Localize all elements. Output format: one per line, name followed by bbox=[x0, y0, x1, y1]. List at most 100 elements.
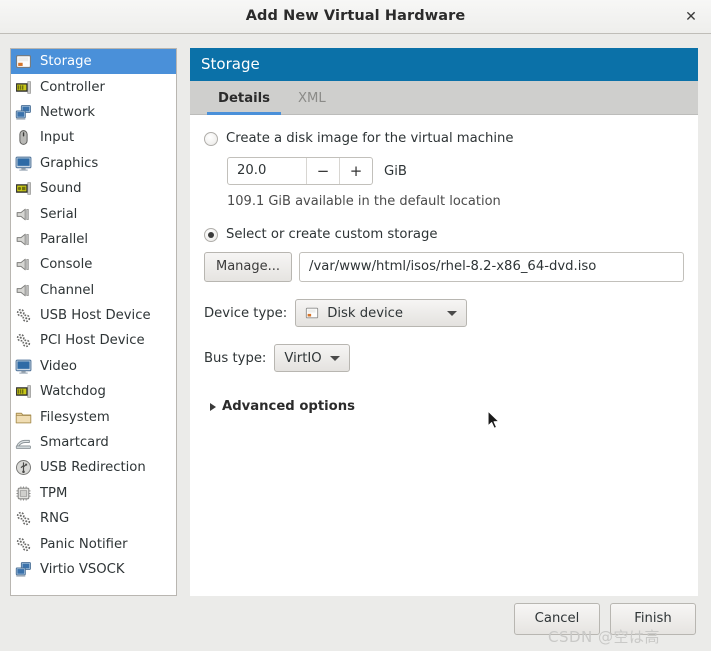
window-title: Add New Virtual Hardware bbox=[245, 8, 466, 24]
panel-header-title: Storage bbox=[190, 48, 698, 81]
monitor-icon bbox=[15, 155, 32, 172]
panel-body: Create a disk image for the virtual mach… bbox=[190, 115, 698, 596]
custom-storage-radio[interactable] bbox=[204, 227, 218, 242]
sidebar-item-label: USB Host Device bbox=[40, 308, 151, 324]
sidebar-item-network[interactable]: Network bbox=[11, 100, 176, 125]
storage-panel: Storage Details XML Create a disk image … bbox=[190, 48, 698, 596]
advanced-options-label: Advanced options bbox=[222, 399, 355, 414]
sidebar-item-label: Sound bbox=[40, 181, 82, 197]
sidebar-item-pci-host-device[interactable]: PCI Host Device bbox=[11, 328, 176, 353]
device-type-row: Device type: Disk device bbox=[204, 299, 684, 327]
chevron-right-icon bbox=[210, 402, 216, 411]
sidebar-item-storage[interactable]: Storage bbox=[11, 49, 176, 75]
folder-icon bbox=[15, 409, 32, 426]
disk-size-unit-label: GiB bbox=[384, 163, 407, 179]
sidebar-item-label: USB Redirection bbox=[40, 460, 146, 476]
sidebar-item-label: TPM bbox=[40, 485, 68, 501]
sidebar-item-label: Network bbox=[40, 104, 96, 120]
sidebar-item-label: Controller bbox=[40, 79, 105, 95]
chevron-down-icon bbox=[329, 355, 340, 361]
sidebar-item-label: Watchdog bbox=[40, 384, 106, 400]
device-type-value: Disk device bbox=[327, 305, 404, 321]
tab-details[interactable]: Details bbox=[204, 91, 284, 115]
monitor-icon bbox=[15, 358, 32, 375]
sidebar-item-label: Storage bbox=[40, 54, 92, 70]
smartcard-icon bbox=[15, 434, 32, 451]
bus-type-dropdown[interactable]: VirtIO bbox=[274, 344, 350, 372]
serial-port-icon bbox=[15, 231, 32, 248]
sidebar-item-watchdog[interactable]: Watchdog bbox=[11, 379, 176, 404]
gears-icon bbox=[15, 536, 32, 553]
available-space-text: 109.1 GiB available in the default locat… bbox=[227, 194, 501, 209]
sidebar-item-channel[interactable]: Channel bbox=[11, 278, 176, 303]
manage-button[interactable]: Manage... bbox=[204, 252, 293, 282]
finish-button[interactable]: Finish bbox=[610, 603, 696, 635]
chevron-down-icon bbox=[447, 310, 458, 316]
sidebar-item-label: Video bbox=[40, 358, 77, 374]
sidebar-item-label: PCI Host Device bbox=[40, 333, 145, 349]
close-icon[interactable]: ✕ bbox=[680, 7, 702, 27]
bus-type-row: Bus type: VirtIO bbox=[204, 344, 684, 372]
sidebar-item-video[interactable]: Video bbox=[11, 354, 176, 379]
device-type-dropdown[interactable]: Disk device bbox=[295, 299, 468, 327]
usb-icon bbox=[15, 459, 32, 476]
sidebar-item-rng[interactable]: RNG bbox=[11, 506, 176, 531]
sidebar-item-graphics[interactable]: Graphics bbox=[11, 151, 176, 176]
disk-icon bbox=[305, 306, 319, 320]
disk-icon bbox=[15, 53, 32, 70]
sidebar-item-label: Smartcard bbox=[40, 435, 109, 451]
sidebar-item-label: RNG bbox=[40, 511, 70, 527]
advanced-options-expander[interactable]: Advanced options bbox=[210, 399, 684, 414]
gears-icon bbox=[15, 307, 32, 324]
sidebar-item-input[interactable]: Input bbox=[11, 125, 176, 150]
disk-size-stepper[interactable]: 20.0 − + bbox=[227, 157, 373, 185]
sidebar-item-tpm[interactable]: TPM bbox=[11, 481, 176, 506]
sidebar-item-filesystem[interactable]: Filesystem bbox=[11, 404, 176, 429]
sidebar-item-parallel[interactable]: Parallel bbox=[11, 227, 176, 252]
disk-size-increment-button[interactable]: + bbox=[339, 158, 372, 184]
disk-size-decrement-button[interactable]: − bbox=[306, 158, 339, 184]
sidebar-item-controller[interactable]: Controller bbox=[11, 74, 176, 99]
sound-card-icon bbox=[15, 180, 32, 197]
sidebar-item-serial[interactable]: Serial bbox=[11, 201, 176, 226]
sidebar-item-label: Channel bbox=[40, 282, 95, 298]
dialog-footer: Cancel Finish bbox=[0, 596, 711, 651]
sidebar-item-label: Serial bbox=[40, 206, 78, 222]
network-icon bbox=[15, 104, 32, 121]
cancel-button[interactable]: Cancel bbox=[514, 603, 600, 635]
sidebar-item-label: Virtio VSOCK bbox=[40, 562, 125, 577]
disk-size-input[interactable]: 20.0 bbox=[228, 158, 306, 184]
bus-type-caption: Bus type: bbox=[204, 350, 267, 366]
sidebar-item-usb-host-device[interactable]: USB Host Device bbox=[11, 303, 176, 328]
sidebar-item-console[interactable]: Console bbox=[11, 252, 176, 277]
sidebar-item-usb-redirection[interactable]: USB Redirection bbox=[11, 455, 176, 480]
create-disk-option-row[interactable]: Create a disk image for the virtual mach… bbox=[204, 131, 684, 146]
window-title-bar: Add New Virtual Hardware ✕ bbox=[0, 0, 711, 34]
chip-icon bbox=[15, 485, 32, 502]
sidebar-item-smartcard[interactable]: Smartcard bbox=[11, 430, 176, 455]
create-disk-label: Create a disk image for the virtual mach… bbox=[226, 131, 514, 146]
gears-icon bbox=[15, 510, 32, 527]
sidebar-item-panic-notifier[interactable]: Panic Notifier bbox=[11, 531, 176, 556]
sidebar-item-label: Console bbox=[40, 257, 93, 273]
sidebar-item-sound[interactable]: Sound bbox=[11, 176, 176, 201]
sidebar-item-virtio-vsock[interactable]: Virtio VSOCK bbox=[11, 557, 176, 582]
storage-path-row: Manage... /var/www/html/isos/rhel-8.2-x8… bbox=[204, 252, 684, 282]
controller-card-icon bbox=[15, 79, 32, 96]
gears-icon bbox=[15, 332, 32, 349]
bus-type-value: VirtIO bbox=[284, 350, 322, 366]
custom-storage-label: Select or create custom storage bbox=[226, 227, 438, 242]
sidebar-item-label: Input bbox=[40, 130, 75, 146]
network-icon bbox=[15, 561, 32, 578]
storage-path-input[interactable]: /var/www/html/isos/rhel-8.2-x86_64-dvd.i… bbox=[299, 252, 684, 282]
serial-port-icon bbox=[15, 256, 32, 273]
serial-port-icon bbox=[15, 206, 32, 223]
controller-card-icon bbox=[15, 383, 32, 400]
tab-xml[interactable]: XML bbox=[284, 91, 340, 114]
custom-storage-option-row[interactable]: Select or create custom storage bbox=[204, 227, 684, 242]
create-disk-radio[interactable] bbox=[204, 131, 218, 146]
hardware-category-list[interactable]: Storage Controller Network Input Graphics Sou… bbox=[10, 48, 177, 596]
disk-size-row: 20.0 − + GiB bbox=[227, 157, 684, 185]
mouse-icon bbox=[15, 129, 32, 146]
sidebar-item-label: Filesystem bbox=[40, 409, 110, 425]
